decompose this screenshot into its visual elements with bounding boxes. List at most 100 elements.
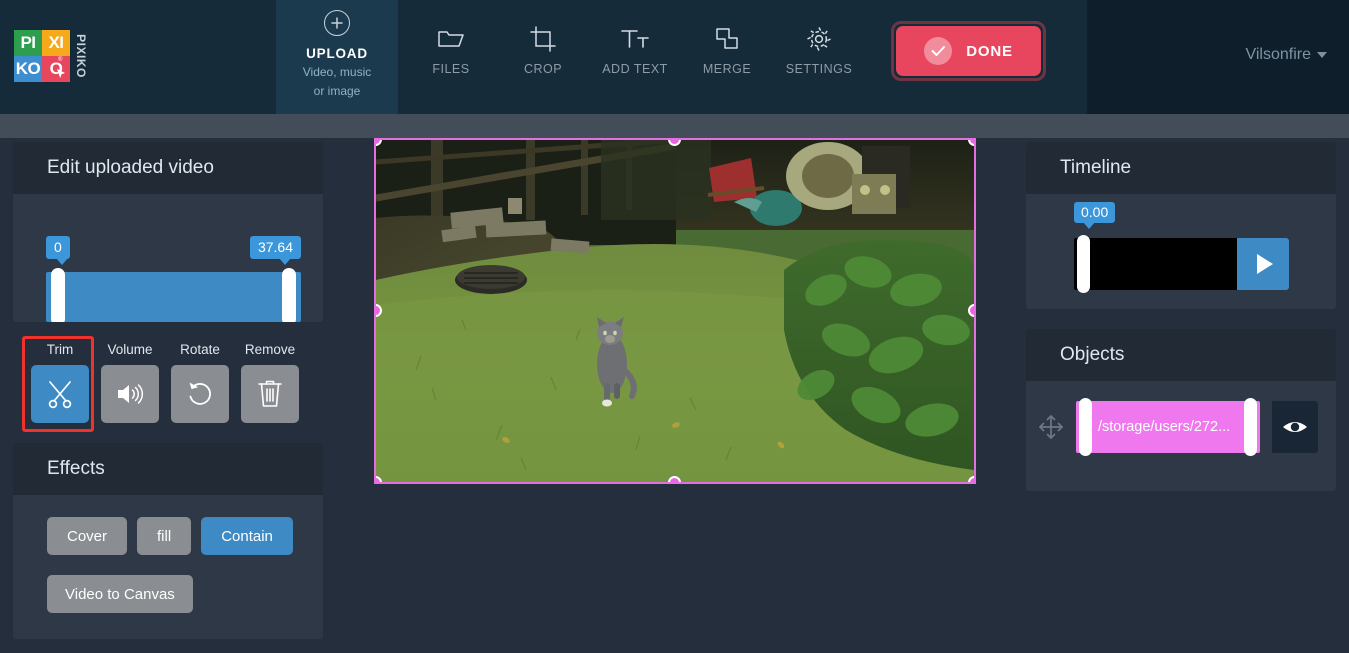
- trim-start-handle[interactable]: [51, 268, 65, 322]
- edit-tool-label-rotate: Rotate: [180, 342, 220, 357]
- logo-cell-2: XI: [42, 30, 70, 56]
- done-button-label: DONE: [966, 42, 1013, 60]
- objects-card-title: Objects: [1060, 344, 1125, 365]
- object-label: /storage/users/272...: [1098, 419, 1231, 435]
- timeline-card-body: 0.00: [1026, 194, 1336, 309]
- header-toolbar: FILES CROP ADD TEXT MERGE SETTINGS: [405, 22, 865, 76]
- object-trim-start-handle[interactable]: [1079, 398, 1092, 456]
- logo-grid: PI XI KO O ®: [14, 30, 70, 82]
- crop-icon: [530, 22, 556, 56]
- object-list-item: /storage/users/272...: [1038, 398, 1318, 456]
- timeline-card-header: Timeline: [1026, 142, 1336, 194]
- done-button-highlight: DONE: [891, 21, 1046, 81]
- video-frame-image: [376, 140, 974, 482]
- trim-button[interactable]: [31, 365, 89, 423]
- trim-range-body: 0 37.64: [13, 194, 323, 322]
- toolbar-item-add-text[interactable]: ADD TEXT: [589, 22, 681, 76]
- upload-title: UPLOAD: [306, 46, 368, 61]
- logo-vertical-text-wrap: PIXIKO: [70, 30, 92, 82]
- pixiko-logo[interactable]: PI XI KO O ® PIXIKO: [14, 30, 92, 82]
- video-stage: [374, 138, 976, 484]
- edit-tool-label-volume: Volume: [107, 342, 153, 357]
- toolbar-label-add-text: ADD TEXT: [602, 62, 668, 76]
- trim-range-slider[interactable]: 0 37.64: [46, 236, 301, 322]
- timeline-track[interactable]: [1074, 235, 1289, 293]
- fit-option-contain[interactable]: Contain: [201, 517, 293, 555]
- toolbar-item-files[interactable]: FILES: [405, 22, 497, 76]
- trim-start-bubble: 0: [46, 236, 70, 265]
- toolbar-item-settings[interactable]: SETTINGS: [773, 22, 865, 76]
- objects-card-header: Objects: [1026, 329, 1336, 381]
- objects-card-body: /storage/users/272...: [1026, 381, 1336, 491]
- effects-card-title: Effects: [47, 458, 105, 479]
- edit-uploaded-video-card: Edit uploaded video 0 37.64: [13, 142, 323, 322]
- logo-vertical-text: PIXIKO: [74, 34, 88, 78]
- toolbar-label-merge: MERGE: [702, 62, 752, 76]
- effects-card: Effects Cover fill Contain Video to Canv…: [13, 443, 323, 639]
- logo-cell-3: KO: [14, 56, 42, 82]
- fit-options-row: Cover fill Contain: [47, 517, 323, 555]
- edit-tool-label-remove: Remove: [244, 342, 296, 357]
- resize-handle-middle-right[interactable]: [968, 304, 974, 317]
- trim-end-bubble: 37.64: [249, 236, 301, 265]
- cursor-icon: [57, 69, 65, 78]
- chevron-down-icon: [1317, 52, 1327, 58]
- trim-end-handle[interactable]: [282, 268, 296, 322]
- header-subbar: [0, 114, 1349, 138]
- edit-tool-rotate: Rotate: [171, 342, 229, 423]
- edit-tool-remove: Remove: [241, 342, 299, 423]
- objects-card: Objects /storage/users/272...: [1026, 329, 1336, 491]
- object-clip-bar[interactable]: /storage/users/272...: [1076, 398, 1261, 456]
- toolbar-item-merge[interactable]: MERGE: [681, 22, 773, 76]
- toolbar-label-files: FILES: [432, 62, 470, 76]
- check-circle-icon: [924, 37, 953, 65]
- upload-subtitle-line2: or image: [313, 84, 361, 98]
- edit-card-header: Edit uploaded video: [13, 142, 323, 194]
- gear-icon: [806, 22, 832, 56]
- object-trim-end-handle[interactable]: [1244, 398, 1258, 456]
- fit-option-cover[interactable]: Cover: [47, 517, 128, 555]
- effects-card-header: Effects: [13, 443, 323, 495]
- done-button[interactable]: DONE: [896, 26, 1041, 76]
- left-panel: Edit uploaded video 0 37.64 Trim Volume …: [13, 142, 323, 653]
- timeline-clip[interactable]: [1074, 235, 1237, 293]
- merge-icon: [714, 22, 740, 56]
- app-header: PI XI KO O ® PIXIKO UPLOAD Video, music …: [0, 0, 1349, 114]
- right-panel: Timeline 0.00 Objects /storage/users/272…: [1026, 142, 1336, 511]
- text-icon: [620, 22, 650, 56]
- user-name: Vilsonfire: [1245, 46, 1311, 63]
- video-preview[interactable]: [374, 138, 976, 484]
- toolbar-item-crop[interactable]: CROP: [497, 22, 589, 76]
- trim-range-fill: [46, 272, 301, 322]
- toolbar-label-crop: CROP: [523, 62, 563, 76]
- resize-handle-bottom-center[interactable]: [668, 476, 681, 482]
- remove-button[interactable]: [241, 365, 299, 423]
- edit-tools-row: Trim Volume Rotate Remove: [13, 336, 323, 432]
- eye-icon: [1283, 422, 1308, 432]
- speaker-icon: [118, 384, 143, 404]
- object-visibility-button[interactable]: [1272, 401, 1318, 453]
- effects-card-body: Cover fill Contain Video to Canvas: [13, 495, 323, 639]
- upload-tab[interactable]: UPLOAD Video, music or image: [276, 0, 398, 114]
- play-button[interactable]: [1237, 238, 1289, 290]
- timeline-current-time: 0.00: [1074, 202, 1116, 229]
- registered-mark: ®: [58, 57, 63, 63]
- folder-icon: [437, 22, 465, 56]
- timeline-card-title: Timeline: [1060, 157, 1132, 178]
- edit-card-title: Edit uploaded video: [47, 157, 214, 178]
- user-menu[interactable]: Vilsonfire: [1245, 46, 1327, 64]
- timeline-playhead-handle[interactable]: [1077, 235, 1090, 293]
- timeline-card: Timeline 0.00: [1026, 142, 1336, 309]
- rotate-button[interactable]: [171, 365, 229, 423]
- move-icon[interactable]: [1038, 414, 1064, 440]
- edit-tool-trim: Trim: [31, 342, 89, 423]
- rotate-ccw-icon: [189, 382, 211, 405]
- video-to-canvas-button[interactable]: Video to Canvas: [47, 575, 193, 613]
- upload-subtitle-line1: Video, music: [302, 65, 372, 79]
- resize-handle-bottom-right[interactable]: [968, 476, 974, 482]
- edit-tools-list: Trim Volume Rotate Remove: [13, 342, 323, 423]
- fit-option-fill[interactable]: fill: [137, 517, 192, 555]
- volume-button[interactable]: [101, 365, 159, 423]
- plus-circle-icon: [324, 10, 350, 36]
- edit-tool-volume: Volume: [101, 342, 159, 423]
